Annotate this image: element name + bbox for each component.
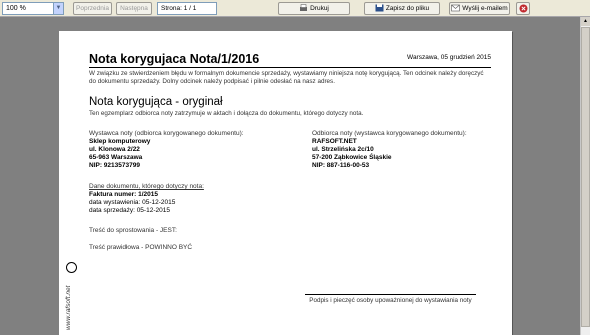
chevron-down-icon[interactable]: ▼ [53, 3, 63, 14]
document-subtitle: Nota korygująca - oryginał [89, 96, 223, 108]
sale-date: data sprzedaży: 05-12-2015 [89, 207, 170, 214]
buyer-nip: NIP: 887-116-00-53 [312, 162, 370, 169]
vertical-scrollbar[interactable]: ▲ [580, 17, 590, 335]
save-to-file-button[interactable]: Zapisz do pliku [364, 2, 440, 15]
correct-line: Treść prawidłowa - POWINNO BYĆ [89, 244, 193, 251]
scroll-thumb[interactable] [581, 27, 590, 327]
title-divider [89, 67, 491, 68]
document-date: Warszawa, 05 grudzień 2015 [407, 54, 491, 61]
vertical-url: www.rafsoft.net [65, 285, 72, 330]
seller-block: Wystawca noty (odbiorca korygowanego dok… [89, 130, 244, 170]
scroll-up-icon[interactable]: ▲ [581, 17, 590, 26]
printer-icon [299, 4, 308, 12]
seller-name: Sklep komputerowy [89, 138, 151, 145]
page-indicator-label: Strona: 1 / 1 [161, 5, 197, 12]
seller-heading: Wystawca noty (odbiorca korygowanego dok… [89, 130, 244, 137]
save-to-file-label: Zapisz do pliku [385, 5, 430, 12]
previous-page-label: Poprzednia [76, 5, 109, 12]
signature-line [305, 294, 476, 295]
page-indicator: Strona: 1 / 1 [157, 2, 217, 15]
next-page-label: Następna [120, 5, 148, 12]
previous-page-button[interactable]: Poprzednia [73, 2, 112, 15]
buyer-block: Odbiorca noty (wystawca korygowanego dok… [312, 130, 467, 170]
close-icon [519, 4, 528, 15]
next-page-button[interactable]: Następna [116, 2, 152, 15]
invoice-number: Faktura numer: 1/2015 [89, 191, 159, 198]
intro-text: W związku ze stwierdzeniem błędu w forma… [89, 70, 484, 85]
envelope-icon [451, 4, 461, 12]
buyer-heading: Odbiorca noty (wystawca korygowanego dok… [312, 130, 467, 137]
correction-line: Treść do sprostowania - JEST: [89, 227, 177, 234]
send-email-label: Wyślij e-mailem [462, 5, 508, 12]
buyer-street: ul. Strzelińska 2c/10 [312, 146, 374, 153]
issue-date: data wystawienia: 05-12-2015 [89, 199, 176, 206]
print-label: Drukuj [310, 5, 329, 12]
zoom-value: 100 % [6, 5, 26, 12]
send-email-button[interactable]: Wyślij e-mailem [449, 2, 510, 15]
document-title: Nota korygujaca Nota/1/2016 [89, 52, 260, 66]
seller-nip: NIP: 9213573799 [89, 162, 140, 169]
floppy-disk-icon [375, 4, 384, 12]
seller-street: ul. Klonowa 2/22 [89, 146, 140, 153]
subtitle-note: Ten egzemplarz odbiorca noty zatrzymuje … [89, 110, 364, 117]
signature-label: Podpis i pieczęć osoby upoważnionej do w… [309, 297, 472, 304]
punch-hole-mark [66, 262, 77, 273]
document-data-heading: Dane dokumentu, którego dotyczy nota: [89, 183, 204, 190]
buyer-city: 57-200 Ząbkowice Śląskie [312, 154, 392, 161]
buyer-name: RAFSOFT.NET [312, 138, 357, 145]
print-button[interactable]: Drukuj [278, 2, 350, 15]
document-data-block: Dane dokumentu, którego dotyczy nota: Fa… [89, 183, 204, 215]
close-viewer-button[interactable] [516, 2, 530, 15]
seller-city: 65-963 Warszawa [89, 154, 143, 161]
zoom-select[interactable]: 100 % ▼ [2, 2, 64, 15]
viewer-toolbar: 100 % ▼ Poprzednia Następna Strona: 1 / … [0, 0, 590, 17]
